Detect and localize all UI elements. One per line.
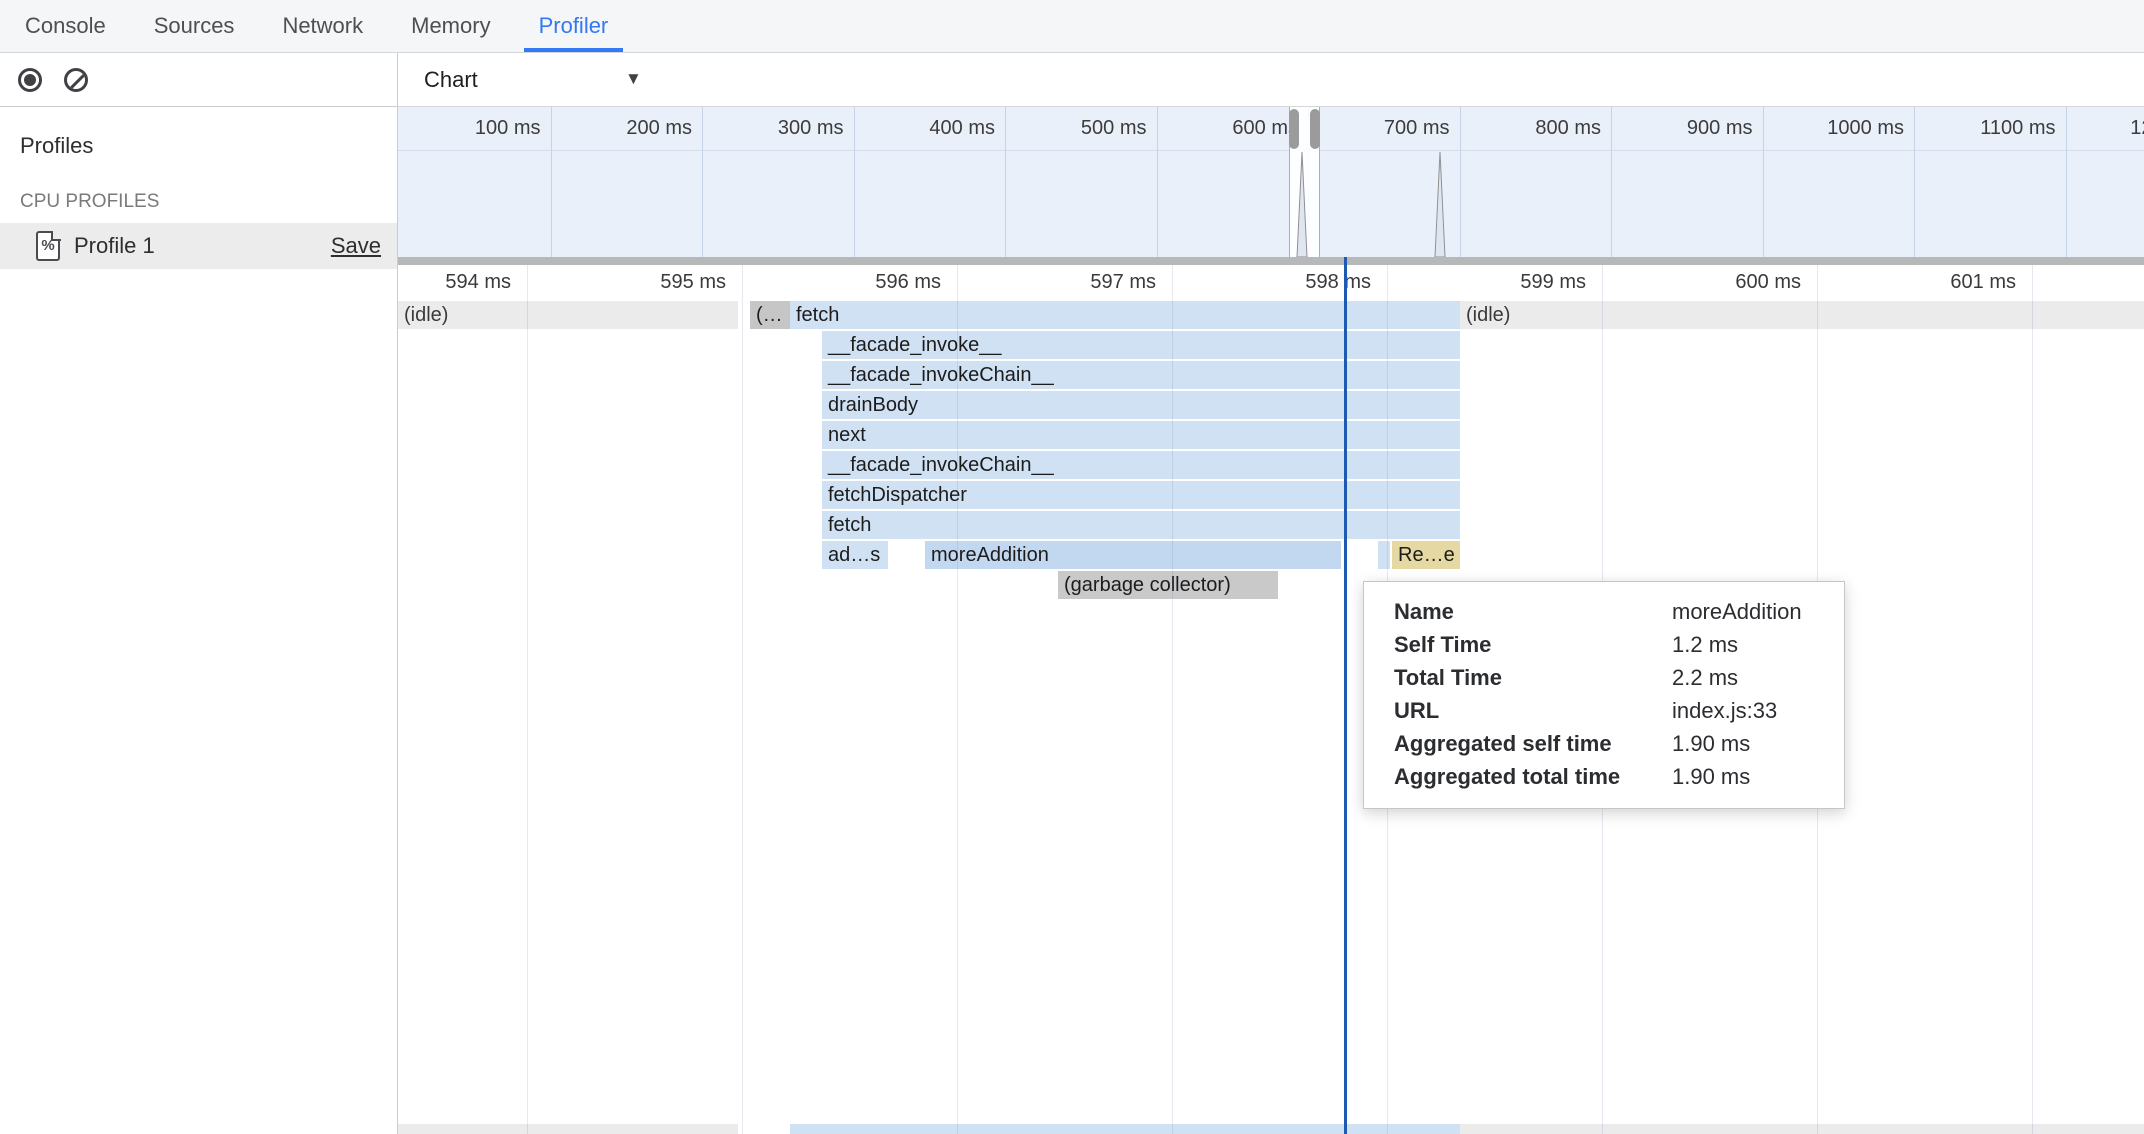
view-mode-select[interactable]: Chart ▼ <box>398 53 698 106</box>
devtools-tab-bar: Console Sources Network Memory Profiler <box>0 0 2144 53</box>
flame-chart[interactable]: 594 ms 595 ms 596 ms 597 ms 598 ms 599 ms 600 … <box>398 265 2144 1134</box>
detail-tick-label: 596 ms <box>831 271 941 294</box>
flame-row: __facade_invokeChain__ <box>398 451 2144 479</box>
detail-gridline <box>1172 265 1173 1134</box>
tooltip-label: Aggregated self time <box>1394 727 1672 760</box>
profiler-view-toolbar: Chart ▼ <box>398 53 2144 107</box>
timeline-overview[interactable]: 100 ms200 ms300 ms400 ms500 ms600 ms700 … <box>398 107 2144 257</box>
cpu-profiles-section-heading: CPU PROFILES <box>20 191 397 213</box>
document-percent-icon <box>36 231 60 261</box>
profiles-sidebar: Profiles CPU PROFILES Profile 1 Save <box>0 53 398 1134</box>
profiler-devtools-window: Console Sources Network Memory Profiler … <box>0 0 2144 1134</box>
flame-bar-facade-invokechain[interactable]: __facade_invokeChain__ <box>822 451 1460 479</box>
flame-row-partial <box>398 1124 2144 1134</box>
flame-bar[interactable] <box>790 1124 1460 1134</box>
flame-bar-idle[interactable]: (idle) <box>398 301 738 329</box>
cpu-spike <box>1435 152 1445 257</box>
cpu-spike <box>1297 152 1307 257</box>
tooltip-value: 2.2 ms <box>1672 661 1820 694</box>
detail-tick-label: 594 ms <box>401 271 511 294</box>
detail-tick-label: 595 ms <box>616 271 726 294</box>
detail-gridline <box>527 265 528 1134</box>
flame-bar-facade-invoke[interactable]: __facade_invoke__ <box>822 331 1460 359</box>
detail-gridline <box>957 265 958 1134</box>
flame-row: __facade_invokeChain__ <box>398 361 2144 389</box>
flame-bar-re-e[interactable]: Re…e <box>1392 541 1460 569</box>
profile-list-item[interactable]: Profile 1 Save <box>0 223 397 269</box>
flame-bar-[interactable]: (… <box>750 301 790 329</box>
tooltip-row: Aggregated self time1.90 ms <box>1394 727 1820 760</box>
selection-handle[interactable] <box>1310 109 1320 149</box>
tooltip-label: URL <box>1394 694 1672 727</box>
flame-bar-next[interactable]: next <box>822 421 1460 449</box>
tab-profiler[interactable]: Profiler <box>524 0 624 52</box>
detail-tick-label: 598 ms <box>1261 271 1371 294</box>
tooltip-value: 1.90 ms <box>1672 727 1820 760</box>
flame-bar-ad-s[interactable]: ad…s <box>822 541 888 569</box>
flame-bar[interactable] <box>398 1124 738 1134</box>
flame-row: next <box>398 421 2144 449</box>
tooltip-row: Aggregated total time1.90 ms <box>1394 760 1820 793</box>
flame-row: fetchDispatcher <box>398 481 2144 509</box>
tooltip-row: Total Time2.2 ms <box>1394 661 1820 694</box>
flame-bar-drainbody[interactable]: drainBody <box>822 391 1460 419</box>
flame-row: (idle)(…fetch(idle) <box>398 301 2144 329</box>
cpu-activity-spikes <box>398 107 2144 257</box>
tooltip-value: 1.2 ms <box>1672 628 1820 661</box>
tooltip-row: Self Time1.2 ms <box>1394 628 1820 661</box>
tooltip-label: Aggregated total time <box>1394 760 1672 793</box>
overview-bottom-strip <box>398 257 2144 265</box>
flame-bar[interactable] <box>1378 541 1390 569</box>
flame-bar-fetch[interactable]: fetch <box>790 301 1460 329</box>
detail-tick-label: 597 ms <box>1046 271 1156 294</box>
flame-bar-garbage-collector[interactable]: (garbage collector) <box>1058 571 1278 599</box>
flame-bar-fetchdispatcher[interactable]: fetchDispatcher <box>822 481 1460 509</box>
flame-row: ad…s moreAddition Re…e <box>398 541 2144 569</box>
flame-bar-moreaddition[interactable]: moreAddition <box>925 541 1341 569</box>
tooltip-row: NamemoreAddition <box>1394 595 1820 628</box>
playhead-line <box>1344 257 1347 1134</box>
detail-gridline <box>742 265 743 1134</box>
tooltip-row: URLindex.js:33 <box>1394 694 1820 727</box>
detail-tick-label: 601 ms <box>1906 271 2016 294</box>
tooltip-value: 1.90 ms <box>1672 760 1820 793</box>
profile-item-label: Profile 1 <box>74 233 155 259</box>
profiles-heading: Profiles <box>20 133 397 159</box>
selection-handle[interactable] <box>1289 109 1299 149</box>
detail-tick-label: 600 ms <box>1691 271 1801 294</box>
tab-console[interactable]: Console <box>10 0 121 52</box>
flame-row: fetch <box>398 511 2144 539</box>
clear-icon[interactable] <box>64 68 88 92</box>
tab-memory[interactable]: Memory <box>396 0 505 52</box>
save-profile-link[interactable]: Save <box>331 233 381 259</box>
caret-down-icon: ▼ <box>625 69 642 89</box>
tooltip-label: Self Time <box>1394 628 1672 661</box>
tooltip-value: moreAddition <box>1672 595 1820 628</box>
detail-gridline <box>2032 265 2033 1134</box>
sidebar-toolbar <box>0 53 397 107</box>
flame-bar-facade-invokechain[interactable]: __facade_invokeChain__ <box>822 361 1460 389</box>
tooltip-label: Name <box>1394 595 1672 628</box>
flame-bar[interactable] <box>1460 1124 2144 1134</box>
tab-sources[interactable]: Sources <box>139 0 250 52</box>
flame-row: drainBody <box>398 391 2144 419</box>
tooltip-value: index.js:33 <box>1672 694 1820 727</box>
flame-bar-idle[interactable]: (idle) <box>1460 301 2144 329</box>
tooltip-label: Total Time <box>1394 661 1672 694</box>
record-icon[interactable] <box>18 68 42 92</box>
detail-tick-label: 599 ms <box>1476 271 1586 294</box>
flame-row: __facade_invoke__ <box>398 331 2144 359</box>
view-mode-label: Chart <box>424 67 478 93</box>
flame-row: (garbage collector) <box>398 571 2144 599</box>
tab-network[interactable]: Network <box>267 0 378 52</box>
flame-bar-fetch[interactable]: fetch <box>822 511 1460 539</box>
frame-tooltip: NamemoreAdditionSelf Time1.2 msTotal Tim… <box>1363 581 1845 809</box>
